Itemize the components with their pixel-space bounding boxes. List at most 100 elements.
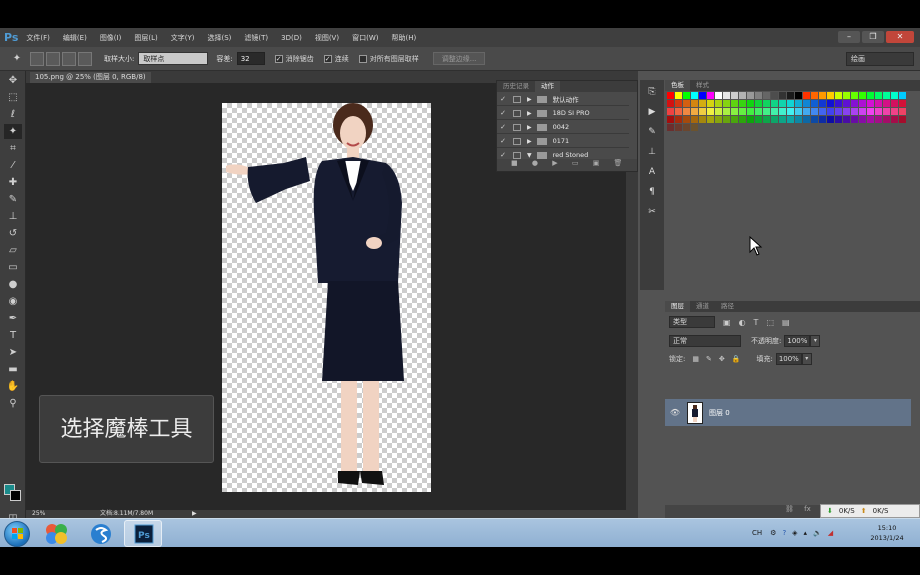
action-dialog-toggle[interactable] <box>513 109 521 117</box>
dodge-tool-icon[interactable]: ◉ <box>4 294 22 309</box>
color-swatch[interactable] <box>867 100 874 107</box>
color-swatch[interactable] <box>691 116 698 123</box>
color-swatch[interactable] <box>739 100 746 107</box>
color-swatch[interactable] <box>755 92 762 99</box>
background-color-swatch[interactable] <box>10 490 21 501</box>
antialias-checkbox[interactable]: ✓ <box>274 54 283 63</box>
action-set-row[interactable]: ✓ ▶ 默认动作 <box>497 93 629 106</box>
color-swatch[interactable] <box>683 124 690 131</box>
color-swatch[interactable] <box>763 100 770 107</box>
menu-filter[interactable]: 滤镜(T) <box>244 33 268 43</box>
menu-window[interactable]: 窗口(W) <box>352 33 378 43</box>
color-swatch[interactable] <box>771 108 778 115</box>
layer-filter-select[interactable]: 类型 <box>669 316 715 328</box>
color-swatch[interactable] <box>851 116 858 123</box>
color-swatch[interactable] <box>667 92 674 99</box>
zoom-tool-icon[interactable]: ⚲ <box>4 396 22 411</box>
play-icon[interactable]: ▶ <box>552 159 557 167</box>
expand-arrow-icon[interactable]: ▶ <box>527 96 532 103</box>
color-swatch[interactable] <box>699 92 706 99</box>
color-swatch[interactable] <box>899 92 906 99</box>
lock-image-icon[interactable]: ✎ <box>706 355 712 363</box>
menu-edit[interactable]: 编辑(E) <box>63 33 87 43</box>
tab-paths[interactable]: 路径 <box>715 301 740 312</box>
paragraph-panel-icon[interactable]: ¶ <box>643 184 661 200</box>
action-dialog-toggle[interactable] <box>513 123 521 131</box>
tab-layers[interactable]: 图层 <box>665 301 690 312</box>
color-swatch[interactable] <box>835 100 842 107</box>
tab-channels[interactable]: 通道 <box>690 301 715 312</box>
color-swatch[interactable] <box>675 108 682 115</box>
menu-file[interactable]: 文件(F) <box>26 33 50 43</box>
color-swatch[interactable] <box>835 116 842 123</box>
hand-tool-icon[interactable]: ✋ <box>4 379 22 394</box>
color-swatch[interactable] <box>883 92 890 99</box>
color-swatch[interactable] <box>859 116 866 123</box>
ime-indicator[interactable]: CH <box>752 529 762 537</box>
healing-brush-icon[interactable]: ✚ <box>4 175 22 190</box>
color-swatch[interactable] <box>899 116 906 123</box>
new-action-icon[interactable]: ▣ <box>593 159 600 167</box>
color-swatch[interactable] <box>771 92 778 99</box>
show-hidden-icons[interactable]: ▴ <box>804 529 808 537</box>
color-swatch[interactable] <box>787 116 794 123</box>
lock-all-icon[interactable]: 🔒 <box>732 355 741 363</box>
character-panel-icon[interactable]: A <box>643 164 661 180</box>
color-swatch[interactable] <box>675 124 682 131</box>
color-swatch[interactable] <box>723 116 730 123</box>
filter-type-icon[interactable]: T <box>754 318 759 327</box>
blur-tool-icon[interactable]: ● <box>4 277 22 292</box>
color-swatch[interactable] <box>851 108 858 115</box>
color-swatch[interactable] <box>795 108 802 115</box>
color-swatch[interactable] <box>827 92 834 99</box>
action-dialog-toggle[interactable] <box>513 95 521 103</box>
color-swatch[interactable] <box>747 108 754 115</box>
color-swatch[interactable] <box>739 92 746 99</box>
color-swatch[interactable] <box>723 108 730 115</box>
zoom-level[interactable]: 25% <box>32 510 45 518</box>
maximize-button[interactable]: ❐ <box>862 31 884 43</box>
action-enabled-check-icon[interactable]: ✓ <box>497 95 509 103</box>
color-swatch[interactable] <box>739 116 746 123</box>
color-swatch[interactable] <box>787 92 794 99</box>
color-swatch[interactable] <box>779 92 786 99</box>
tool-presets-icon[interactable]: ✂ <box>643 204 661 220</box>
color-swatch[interactable] <box>883 108 890 115</box>
menu-select[interactable]: 选择(S) <box>207 33 231 43</box>
color-swatch[interactable] <box>867 108 874 115</box>
color-swatch[interactable] <box>891 108 898 115</box>
stamp-tool-icon[interactable]: ⊥ <box>4 209 22 224</box>
action-set-row[interactable]: ✓ ▶ 18D SI PRO <box>497 107 629 120</box>
color-swatch[interactable] <box>827 108 834 115</box>
color-swatch[interactable] <box>683 92 690 99</box>
type-tool-icon[interactable]: T <box>4 328 22 343</box>
action-dialog-toggle[interactable] <box>513 137 521 145</box>
refine-edge-button[interactable]: 调整边缘... <box>432 52 486 65</box>
color-swatch[interactable] <box>859 108 866 115</box>
tab-styles[interactable]: 样式 <box>690 80 715 91</box>
color-swatch[interactable] <box>803 100 810 107</box>
magic-wand-preset-icon[interactable]: ✦ <box>8 51 26 66</box>
color-swatch[interactable] <box>675 92 682 99</box>
taskbar-app-browser[interactable] <box>82 520 120 547</box>
action-enabled-check-icon[interactable]: ✓ <box>497 109 509 117</box>
link-layers-icon[interactable]: ⛓ <box>785 505 794 513</box>
expand-arrow-icon[interactable]: ▶ <box>527 110 532 117</box>
layer-row[interactable]: 👁 图层 0 <box>665 399 911 426</box>
fx-icon[interactable]: fx <box>804 505 811 513</box>
color-swatch[interactable] <box>667 100 674 107</box>
action-set-row[interactable]: ✓ ▶ 0171 <box>497 135 629 148</box>
color-swatch[interactable] <box>675 100 682 107</box>
color-swatch[interactable] <box>819 116 826 123</box>
color-swatch[interactable] <box>715 108 722 115</box>
color-swatch[interactable] <box>843 100 850 107</box>
color-swatch[interactable] <box>891 116 898 123</box>
color-swatch[interactable] <box>867 92 874 99</box>
expand-arrow-icon[interactable]: ▶ <box>527 138 532 145</box>
expand-arrow-icon[interactable]: ▶ <box>527 124 532 131</box>
color-swatch[interactable] <box>747 116 754 123</box>
move-tool-icon[interactable]: ✥ <box>4 73 22 88</box>
menu-type[interactable]: 文字(Y) <box>171 33 195 43</box>
color-swatch[interactable] <box>779 100 786 107</box>
fill-input[interactable]: 100% <box>775 353 802 365</box>
